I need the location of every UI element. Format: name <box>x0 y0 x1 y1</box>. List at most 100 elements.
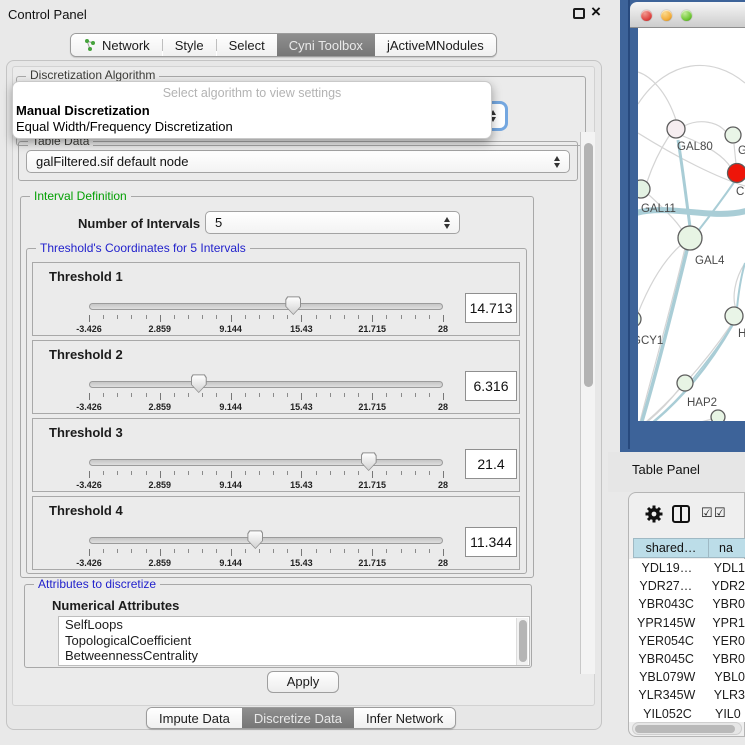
node-bottom[interactable] <box>711 410 725 421</box>
tab-impute-data[interactable]: Impute Data <box>147 708 242 728</box>
split-columns-icon[interactable] <box>672 505 690 523</box>
column-header-shared-name[interactable]: shared… <box>633 538 709 558</box>
maximize-traffic-light[interactable] <box>681 10 692 21</box>
list-item[interactable]: SelfLoops <box>59 617 529 633</box>
table-panel-titlebar: Table Panel <box>608 452 745 492</box>
table-horizontal-scrollbar[interactable] <box>632 722 742 735</box>
threshold-2-slider-thumb[interactable] <box>191 374 207 393</box>
slider-scale: -3.4262.8599.14415.4321.71528 <box>89 315 443 337</box>
table-row[interactable]: YPR145WYPR1 <box>629 614 745 632</box>
list-item[interactable]: BetweennessCentrality <box>59 648 529 664</box>
top-tab-bar: Network Style Select Cyni Toolbox jActiv… <box>70 33 497 57</box>
list-scrollbar[interactable] <box>516 618 528 665</box>
node-gcy1[interactable] <box>638 311 641 327</box>
combo-arrows-icon <box>554 156 561 168</box>
table-row[interactable]: YBR045CYBR0 <box>629 650 745 668</box>
table-data-combobox[interactable]: galFiltered.sif default node <box>26 150 570 173</box>
node-red-selected[interactable] <box>728 164 745 183</box>
table-row[interactable]: YBL079WYBL0 <box>629 668 745 686</box>
node-gal11[interactable] <box>638 180 650 198</box>
tab-infer-network[interactable]: Infer Network <box>354 708 455 728</box>
network-icon <box>83 38 97 52</box>
gear-icon[interactable] <box>644 504 664 524</box>
numerical-attributes-list[interactable]: SelfLoopsTopologicalCoefficientBetweenne… <box>58 616 530 666</box>
threshold-2-panel: Threshold 2 -3.4262.8599.14415.4321.7152… <box>32 340 520 414</box>
network-graph: GAL80 GA C GAL11 GAL4 GCY1 H HAP2 <box>638 28 745 421</box>
apply-button[interactable]: Apply <box>267 671 339 693</box>
slider-scale: -3.4262.8599.14415.4321.71528 <box>89 393 443 415</box>
threshold-3-panel: Threshold 3 -3.4262.8599.14415.4321.7152… <box>32 418 520 492</box>
bottom-tab-bar: Impute Data Discretize Data Infer Networ… <box>146 707 456 729</box>
threshold-3-slider-thumb[interactable] <box>361 452 377 471</box>
node-gal4[interactable] <box>678 226 702 250</box>
algorithm-dropdown: Select algorithm to view settings Manual… <box>12 81 492 139</box>
table-row[interactable]: YDR27…YDR2 <box>629 577 745 595</box>
tab-style[interactable]: Style <box>163 34 216 56</box>
table-row[interactable]: YDL19…YDL1 <box>629 559 745 577</box>
attributes-group-label: Attributes to discretize <box>34 578 160 591</box>
table-row[interactable]: YER054CYER0 <box>629 632 745 650</box>
tab-network[interactable]: Network <box>71 34 162 56</box>
dropdown-prompt: Select algorithm to view settings <box>13 86 491 100</box>
tab-cyni-toolbox[interactable]: Cyni Toolbox <box>277 34 375 56</box>
node-hap2[interactable] <box>677 375 693 391</box>
node-label-h: H <box>738 328 745 340</box>
network-window-titlebar[interactable] <box>630 2 745 28</box>
threshold-4-value-field[interactable] <box>465 527 517 557</box>
dropdown-option-manual[interactable]: Manual Discretization <box>16 103 150 118</box>
panel-vertical-scrollbar[interactable] <box>580 132 595 674</box>
table-row[interactable]: YLR345WYLR3 <box>629 686 745 704</box>
node-label-hap2: HAP2 <box>687 397 717 409</box>
dropdown-option-equal-width[interactable]: Equal Width/Frequency Discretization <box>16 119 233 134</box>
minimize-traffic-light[interactable] <box>661 10 672 21</box>
node-label-gal4: GAL4 <box>695 255 725 267</box>
scrollbar-thumb[interactable] <box>635 725 735 733</box>
node-h[interactable] <box>725 307 743 325</box>
tab-jactivemnodules[interactable]: jActiveMNodules <box>375 34 496 56</box>
threshold-2-label: Threshold 2 <box>49 347 123 362</box>
threshold-1-value-field[interactable] <box>465 293 517 323</box>
close-traffic-light[interactable] <box>641 10 652 21</box>
network-canvas[interactable]: GAL80 GA C GAL11 GAL4 GCY1 H HAP2 <box>638 28 745 421</box>
slider-scale: -3.4262.8599.14415.4321.71528 <box>89 471 443 493</box>
threshold-3-slider[interactable] <box>89 459 443 466</box>
numerical-attributes-label: Numerical Attributes <box>52 598 179 613</box>
threshold-4-label: Threshold 4 <box>49 503 123 518</box>
node-label-gal11: GAL11 <box>641 203 676 215</box>
float-window-icon[interactable] <box>573 8 585 19</box>
column-header-name[interactable]: na <box>708 538 745 558</box>
threshold-1-slider[interactable] <box>89 303 443 310</box>
tab-discretize-data[interactable]: Discretize Data <box>242 708 354 728</box>
network-window-edge <box>628 0 630 449</box>
threshold-2-value-field[interactable] <box>465 371 517 401</box>
threshold-1-slider-thumb[interactable] <box>285 296 301 315</box>
threshold-4-slider-thumb[interactable] <box>247 530 263 549</box>
threshold-2-slider[interactable] <box>89 381 443 388</box>
node-label-gcy1: GCY1 <box>638 335 663 347</box>
node-gal80[interactable] <box>667 120 685 138</box>
threshold-1-label: Threshold 1 <box>49 269 123 284</box>
number-of-intervals-combobox[interactable]: 5 <box>205 211 460 234</box>
scrollbar-thumb[interactable] <box>584 143 593 387</box>
checkbox-icon[interactable]: ☑ <box>701 505 713 521</box>
list-item[interactable]: TopologicalCoefficient <box>59 633 529 649</box>
checkbox-icon[interactable]: ☑ <box>714 505 726 521</box>
slider-scale: -3.4262.8599.14415.4321.71528 <box>89 549 443 571</box>
attr-items: SelfLoopsTopologicalCoefficientBetweenne… <box>59 617 529 664</box>
table-row[interactable]: YIL052CYIL0 <box>629 705 745 723</box>
table-body: YDL19…YDL1YDR27…YDR2YBR043CYBR0YPR145WYP… <box>629 559 745 722</box>
node-label-c: C <box>736 186 744 198</box>
threshold-3-value-field[interactable] <box>465 449 517 479</box>
node-ga[interactable] <box>725 127 741 143</box>
threshold-3-label: Threshold 3 <box>49 425 123 440</box>
close-icon[interactable]: × <box>591 2 601 22</box>
tab-select[interactable]: Select <box>217 34 277 56</box>
threshold-4-slider[interactable] <box>89 537 443 544</box>
table-row[interactable]: YBR043CYBR0 <box>629 595 745 613</box>
table-panel-title: Table Panel <box>632 462 700 477</box>
window-title: Control Panel <box>8 7 87 22</box>
node-label-ga: GA <box>738 145 745 157</box>
threshold-4-panel: Threshold 4 -3.4262.8599.14415.4321.7152… <box>32 496 520 570</box>
thresholds-group-label: Threshold's Coordinates for 5 Intervals <box>36 242 250 255</box>
number-of-intervals-label: Number of Intervals <box>78 216 200 231</box>
